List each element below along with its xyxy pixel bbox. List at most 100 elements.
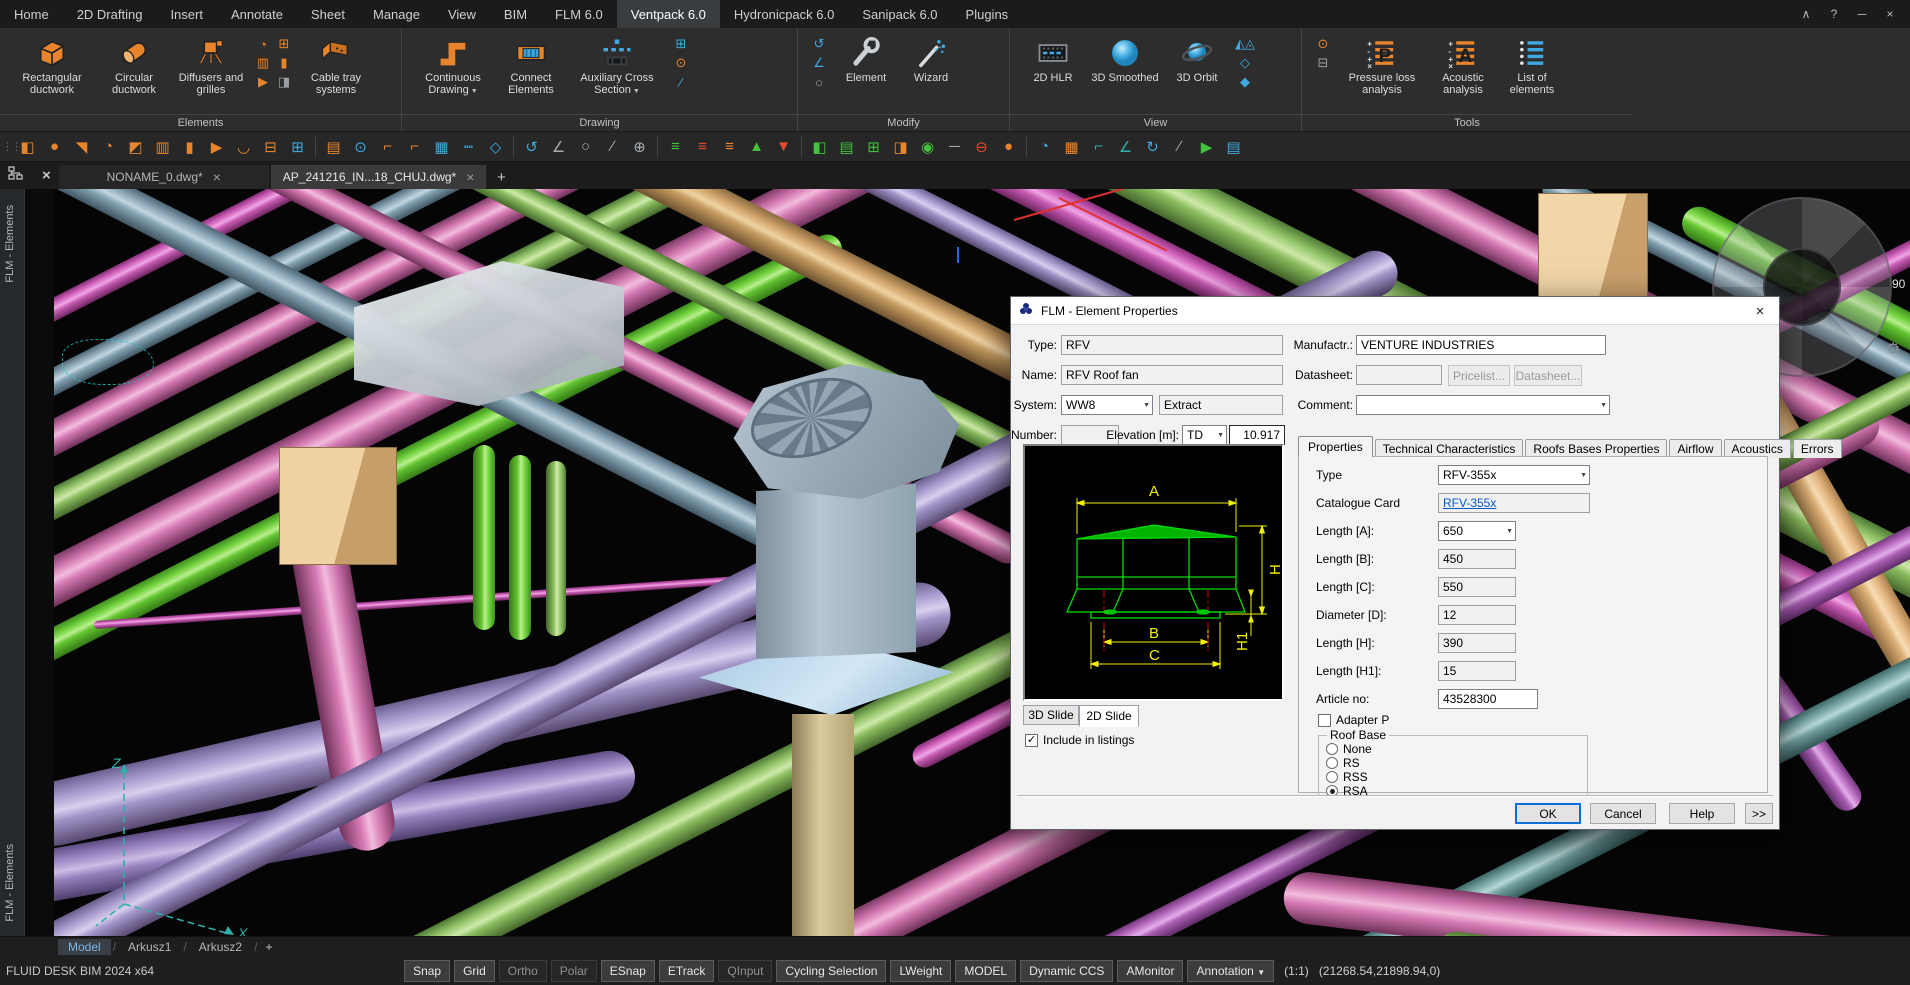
comment-combo[interactable]: ▼ [1356, 395, 1610, 415]
status-toggle-snap[interactable]: Snap [404, 960, 450, 982]
quick-tool-icon-39[interactable]: ⊖ [968, 138, 995, 156]
wizard-button[interactable]: Wizard [903, 34, 959, 84]
copy-element-tool-icon[interactable]: ⊞ [672, 36, 690, 52]
more-options-button[interactable]: >> [1745, 803, 1773, 824]
annotation-dropdown[interactable]: Annotation ▼ [1187, 960, 1274, 982]
menu-tab-hydronicpack-6-0[interactable]: Hydronicpack 6.0 [720, 0, 848, 28]
quick-tool-icon-19[interactable]: ◇ [482, 138, 509, 156]
dropdown-caret-icon[interactable]: ▼ [471, 88, 478, 95]
datasheet-button[interactable]: Datasheet... [1514, 365, 1582, 386]
acoustic-analysis-button[interactable]: +-+×A Acoustic analysis [1431, 34, 1495, 96]
connect-elements-button[interactable]: Connect Elements [499, 34, 563, 96]
radio-rs[interactable] [1326, 757, 1338, 769]
rotate-tool-icon[interactable]: ○ [810, 74, 828, 90]
split-element-tool-icon[interactable]: ∕ [672, 74, 690, 90]
slide-tab-2d[interactable]: 2D Slide [1079, 705, 1139, 727]
toolbar-drag-handle[interactable]: ⋮⋮ [2, 140, 10, 153]
quick-tool-icon-3[interactable]: ◥ [68, 138, 95, 156]
quick-tool-icon-36[interactable]: ◨ [887, 138, 914, 156]
extract-field[interactable]: Extract [1159, 395, 1283, 415]
quick-tool-icon-11[interactable]: ⊞ [284, 138, 311, 156]
circular-ductwork-button[interactable]: Circular ductwork [99, 34, 169, 96]
status-toggle-qinput[interactable]: QInput [718, 960, 772, 982]
list-of-elements-button[interactable]: List of elements [1501, 34, 1563, 96]
quick-tool-icon-48[interactable]: ▶ [1193, 138, 1220, 156]
export-tool-icon[interactable]: ⊟ [1314, 55, 1332, 71]
collapsed-panel-strip[interactable] [24, 189, 54, 936]
quick-tool-icon-27[interactable]: ≡ [662, 138, 689, 155]
radio-none[interactable] [1326, 743, 1338, 755]
menu-tab-plugins[interactable]: Plugins [952, 0, 1023, 28]
menu-tab-insert[interactable]: Insert [156, 0, 217, 28]
viewport-settings-gear-icon[interactable]: ⚙ [1886, 339, 1900, 359]
quick-tool-icon-33[interactable]: ◧ [806, 138, 833, 156]
quick-tool-icon-16[interactable]: ⌐ [401, 138, 428, 155]
close-tab-icon[interactable]: × [213, 169, 221, 185]
dropdown-caret-icon[interactable]: ▼ [633, 88, 640, 95]
quick-tool-icon-9[interactable]: ◡ [230, 138, 257, 156]
sheet-tab-arkusz1[interactable]: Arkusz1 [118, 939, 181, 955]
document-tab-active[interactable]: AP_241216_IN...18_CHUJ.dwg* × [271, 165, 487, 189]
3d-smoothed-button[interactable]: 3D Smoothed [1091, 34, 1159, 84]
close-icon[interactable]: × [1876, 7, 1904, 21]
status-toggle-cycling-selection[interactable]: Cycling Selection [776, 960, 886, 982]
status-toggle-amonitor[interactable]: AMonitor [1117, 960, 1183, 982]
status-toggle-dynamic-ccs[interactable]: Dynamic CCS [1020, 960, 1113, 982]
scale-indicator[interactable]: (1:1) [1284, 964, 1309, 978]
menu-tab-bim[interactable]: BIM [490, 0, 541, 28]
adapter-p-checkbox-row[interactable]: Adapter P [1318, 713, 1389, 727]
quick-tool-icon-40[interactable]: ● [995, 138, 1022, 155]
quick-tool-icon-24[interactable]: ∕ [599, 138, 626, 155]
quick-tool-icon-17[interactable]: ▦ [428, 138, 455, 156]
quick-tool-icon-25[interactable]: ⊕ [626, 138, 653, 156]
2d-hlr-button[interactable]: 2D HLR [1021, 34, 1085, 84]
flex-duct-tool-icon[interactable]: ⊞ [275, 36, 293, 52]
dialog-tab-properties[interactable]: Properties [1298, 436, 1373, 457]
group-elements-tool-icon[interactable]: ⊙ [672, 55, 690, 71]
elevate-tool-icon[interactable]: ↺ [810, 36, 828, 52]
status-toggle-ortho[interactable]: Ortho [499, 960, 547, 982]
document-tab[interactable]: NONAME_0.dwg* × [59, 165, 269, 189]
radio-rss[interactable] [1326, 771, 1338, 783]
close-tab-icon[interactable]: × [466, 169, 474, 185]
ok-button[interactable]: OK [1515, 803, 1581, 824]
quick-tool-icon-2[interactable]: ● [41, 138, 68, 155]
close-drawing-icon[interactable]: × [42, 167, 51, 184]
quick-tool-icon-18[interactable]: ┉ [455, 138, 482, 156]
status-toggle-model[interactable]: MODEL [955, 960, 1016, 982]
datasheet-field[interactable] [1356, 365, 1442, 385]
type-field[interactable]: RFV [1061, 335, 1283, 355]
quick-tool-icon-14[interactable]: ⊙ [347, 138, 374, 156]
quick-tool-icon-22[interactable]: ∠ [545, 138, 572, 156]
menu-tab-view[interactable]: View [434, 0, 490, 28]
quick-tool-icon-4[interactable]: ◔ [95, 138, 122, 155]
quick-tool-icon-28[interactable]: ≡ [689, 138, 716, 155]
tan-equipment-box[interactable] [279, 447, 397, 565]
3d-orbit-button[interactable]: 3D Orbit [1165, 34, 1229, 84]
elevation-value-field[interactable]: 10.917 [1229, 425, 1285, 445]
dialog-title-bar[interactable]: FLM - Element Properties [1011, 297, 1779, 325]
include-in-listings-row[interactable]: ✓ Include in listings [1025, 733, 1134, 747]
start-tool-icon[interactable]: ▶ [254, 74, 272, 90]
adapter-p-checkbox[interactable] [1318, 714, 1331, 727]
quick-tool-icon-7[interactable]: ▮ [176, 138, 203, 156]
quick-tool-icon-31[interactable]: ▼ [770, 138, 797, 155]
diffusers-grilles-button[interactable]: Diffusers and grilles [175, 34, 247, 96]
panel-tab-flm-elements-top[interactable]: FLM - Elements [4, 205, 16, 283]
quick-tool-icon-38[interactable]: ─ [941, 138, 968, 155]
quick-tool-icon-15[interactable]: ⌐ [374, 138, 401, 155]
quick-tool-icon-8[interactable]: ▶ [203, 138, 230, 156]
pricelist-button[interactable]: Pricelist... [1448, 365, 1510, 386]
wireframe-cube-tool-icon[interactable]: ◇ [1236, 55, 1254, 71]
menu-tab-2d-drafting[interactable]: 2D Drafting [63, 0, 157, 28]
silencer-tool-icon[interactable]: ▮ [275, 55, 293, 71]
damper-tool-icon[interactable]: ▥ [254, 55, 272, 71]
quick-tool-icon-34[interactable]: ▤ [833, 138, 860, 156]
system-combo[interactable]: WW8▼ [1061, 395, 1153, 415]
dialog-close-icon[interactable]: × [1751, 302, 1769, 320]
menu-tab-manage[interactable]: Manage [359, 0, 434, 28]
status-toggle-polar[interactable]: Polar [551, 960, 597, 982]
roof-base-option-none[interactable]: None [1326, 742, 1372, 756]
quick-tool-icon-43[interactable]: ▦ [1058, 138, 1085, 156]
manufacturer-field[interactable]: VENTURE INDUSTRIES [1356, 335, 1606, 355]
